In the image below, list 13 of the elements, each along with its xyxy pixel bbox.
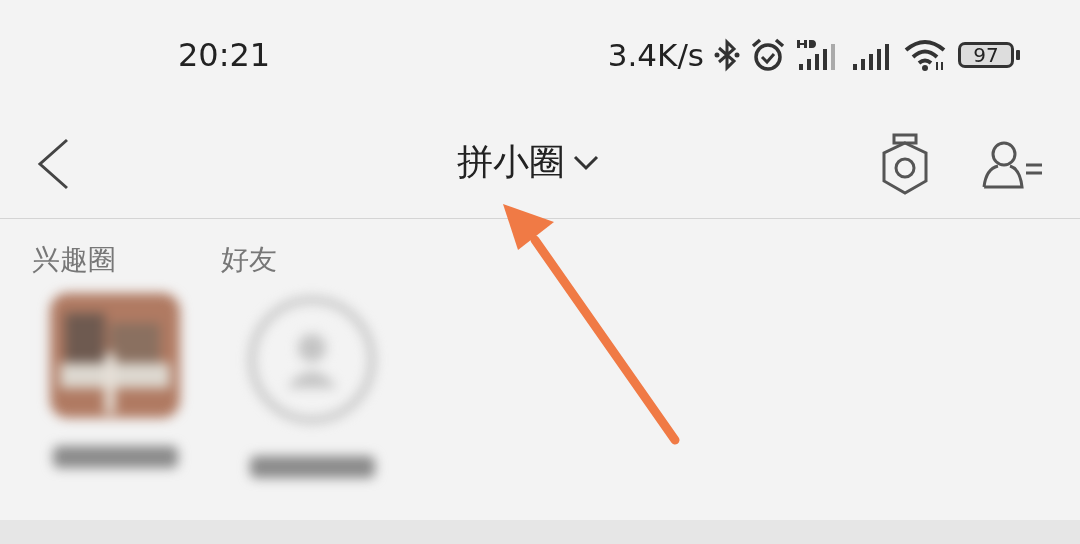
alarm-icon xyxy=(750,38,786,72)
battery-level: 97 xyxy=(958,42,1014,68)
page-title[interactable]: 拼小圈 xyxy=(457,138,565,187)
bluetooth-icon xyxy=(714,38,740,72)
badge-icon[interactable] xyxy=(880,133,930,195)
wifi-icon xyxy=(904,38,948,72)
section-label: 好友 xyxy=(221,242,277,278)
clock-time: 20:21 xyxy=(178,36,271,74)
back-icon[interactable] xyxy=(36,138,70,190)
network-speed: 3.4K/s xyxy=(607,37,704,73)
caret-icon[interactable] xyxy=(573,154,599,171)
contacts-icon[interactable] xyxy=(982,139,1044,189)
section-label: 兴趣圈 xyxy=(32,242,116,278)
